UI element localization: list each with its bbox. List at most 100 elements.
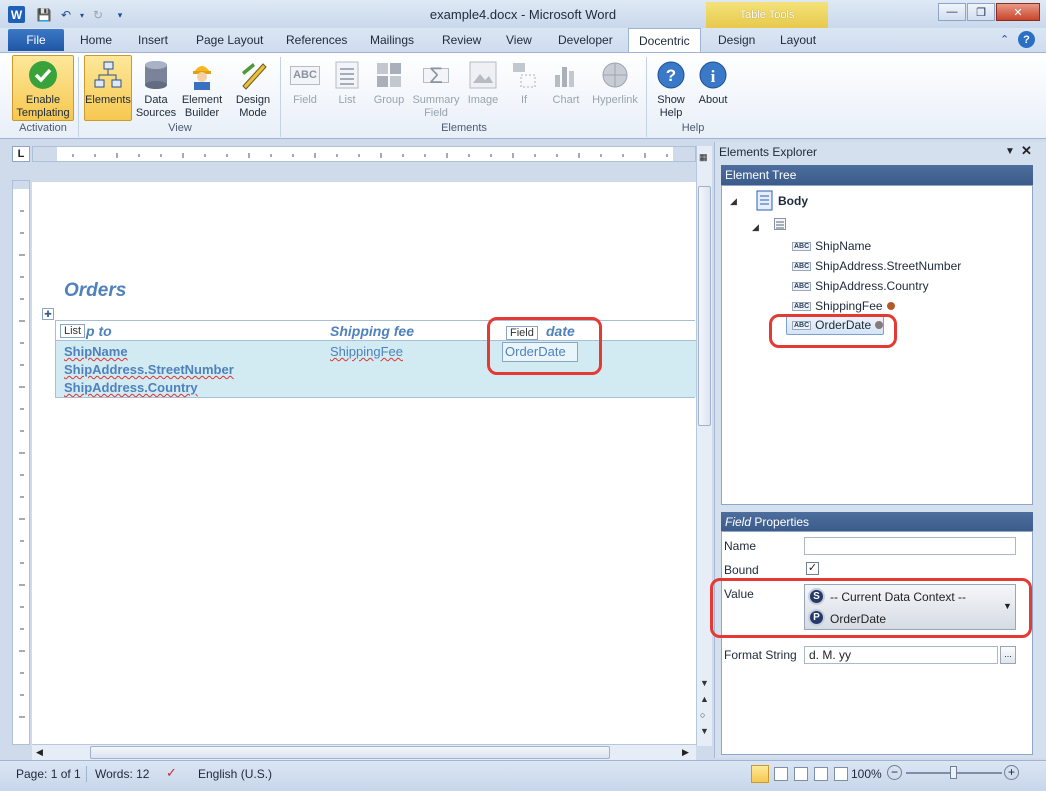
minimize-ribbon-icon[interactable]: ⌃ bbox=[1000, 33, 1009, 46]
zoom-in-icon[interactable]: + bbox=[1004, 765, 1019, 780]
language[interactable]: English (U.S.) bbox=[198, 767, 272, 781]
tree-node-shipname[interactable]: ABC ShipName bbox=[792, 239, 871, 253]
tab-developer[interactable]: Developer bbox=[548, 28, 623, 52]
zoom-level[interactable]: 100% bbox=[851, 767, 882, 781]
tree-node-label: ShippingFee bbox=[815, 299, 883, 313]
tab-review[interactable]: Review bbox=[432, 28, 491, 52]
document-icon bbox=[756, 190, 773, 211]
ribbon-tab-strip: File Home Insert Page Layout References … bbox=[0, 28, 1046, 53]
collapse-list-icon[interactable]: ◢ bbox=[752, 222, 759, 233]
hyperlink-button[interactable]: Hyperlink bbox=[588, 55, 642, 121]
list-tag[interactable]: List bbox=[60, 324, 86, 338]
shipname-field[interactable]: ShipName bbox=[64, 344, 128, 359]
next-page-icon[interactable]: ▼ bbox=[700, 726, 709, 736]
tree-node-ship-country[interactable]: ABC ShipAddress.Country bbox=[792, 279, 929, 293]
pane-options-icon[interactable]: ▼ bbox=[1005, 146, 1015, 157]
design-mode-label-2: Mode bbox=[239, 107, 267, 119]
chart-button[interactable]: Chart bbox=[546, 55, 586, 121]
table-move-handle-icon[interactable]: ✚ bbox=[42, 308, 54, 320]
column-shipping-fee[interactable]: Shipping fee bbox=[330, 323, 414, 339]
outline-view-icon[interactable] bbox=[814, 767, 828, 781]
database-icon bbox=[140, 59, 172, 91]
ship-country-field[interactable]: ShipAddress.Country bbox=[64, 380, 198, 395]
show-help-label-1: Show bbox=[657, 94, 685, 106]
elements-button[interactable]: Elements bbox=[84, 55, 132, 121]
collapse-body-icon[interactable]: ◢ bbox=[730, 196, 737, 207]
group-button[interactable]: Group bbox=[370, 55, 408, 121]
field-button[interactable]: ABC Field bbox=[286, 55, 324, 121]
proofing-icon[interactable]: ✓ bbox=[166, 765, 177, 781]
image-label: Image bbox=[467, 94, 499, 106]
question-icon: ? bbox=[655, 59, 687, 91]
column-ship-to[interactable]: p to bbox=[86, 323, 112, 339]
tab-home[interactable]: Home bbox=[70, 28, 122, 52]
ship-street-field[interactable]: ShipAddress.StreetNumber bbox=[64, 362, 234, 377]
data-sources-button[interactable]: Data Sources bbox=[136, 55, 176, 121]
zoom-out-icon[interactable]: − bbox=[887, 765, 902, 780]
tab-selector[interactable]: L bbox=[12, 146, 30, 162]
tree-node-shippingfee[interactable]: ABC ShippingFee bbox=[792, 299, 895, 313]
tree-node-body[interactable]: Body bbox=[756, 190, 808, 212]
props-header-rest: Properties bbox=[754, 515, 810, 529]
maximize-button[interactable]: ❐ bbox=[967, 3, 995, 21]
vertical-scroll-thumb[interactable] bbox=[698, 186, 711, 426]
tab-design[interactable]: Design bbox=[708, 28, 765, 52]
design-mode-button[interactable]: Design Mode bbox=[230, 55, 276, 121]
format-string-field[interactable]: d. M. yy bbox=[804, 646, 998, 664]
group-separator bbox=[280, 57, 281, 137]
tab-layout[interactable]: Layout bbox=[770, 28, 826, 52]
about-button[interactable]: i About bbox=[694, 55, 732, 121]
enable-templating-button[interactable]: Enable Templating bbox=[12, 55, 74, 121]
scroll-down-icon[interactable]: ▼ bbox=[700, 678, 709, 688]
word-count[interactable]: Words: 12 bbox=[95, 767, 149, 781]
element-builder-label-1: Element bbox=[181, 94, 223, 106]
list-node-icon[interactable] bbox=[774, 218, 786, 230]
document-page[interactable] bbox=[32, 166, 696, 746]
bound-checkbox[interactable]: ✓ bbox=[806, 562, 819, 575]
show-help-button[interactable]: ? Show Help bbox=[652, 55, 690, 121]
tab-page-layout[interactable]: Page Layout bbox=[186, 28, 273, 52]
draft-view-icon[interactable] bbox=[834, 767, 848, 781]
vertical-ruler[interactable] bbox=[12, 180, 30, 745]
tree-node-ship-street[interactable]: ABC ShipAddress.StreetNumber bbox=[792, 259, 961, 273]
ruler-toggle-icon[interactable]: ▦ bbox=[699, 152, 708, 163]
list-button[interactable]: List bbox=[330, 55, 364, 121]
horizontal-ruler[interactable] bbox=[32, 146, 696, 162]
tab-docentric[interactable]: Docentric bbox=[628, 28, 701, 53]
previous-page-icon[interactable]: ▲ bbox=[700, 694, 709, 704]
vertical-scrollbar[interactable]: ▦ ▼ ▲ ○ ▼ bbox=[696, 146, 712, 746]
group-view: View bbox=[168, 122, 192, 134]
summary-field-button[interactable]: Σ Summary Field bbox=[410, 55, 462, 121]
shippingfee-field[interactable]: ShippingFee bbox=[330, 344, 403, 359]
horizontal-scrollbar[interactable]: ◀ ▶ bbox=[32, 744, 696, 760]
zoom-slider-thumb[interactable] bbox=[950, 766, 957, 779]
group-label: Group bbox=[373, 94, 405, 106]
name-field[interactable] bbox=[804, 537, 1016, 555]
close-button[interactable]: ✕ bbox=[996, 3, 1040, 21]
browse-object-icon[interactable]: ○ bbox=[700, 710, 705, 720]
full-screen-view-icon[interactable] bbox=[774, 767, 788, 781]
format-browse-button[interactable]: ... bbox=[1000, 646, 1016, 664]
element-builder-button[interactable]: Element Builder bbox=[178, 55, 226, 121]
scroll-right-icon[interactable]: ▶ bbox=[682, 747, 689, 758]
help-icon[interactable]: ? bbox=[1018, 31, 1035, 48]
design-pencil-icon bbox=[237, 59, 269, 91]
tab-mailings[interactable]: Mailings bbox=[360, 28, 424, 52]
print-layout-view-icon[interactable] bbox=[751, 765, 769, 783]
tab-insert[interactable]: Insert bbox=[128, 28, 178, 52]
web-layout-view-icon[interactable] bbox=[794, 767, 808, 781]
tree-node-label: ShipAddress.StreetNumber bbox=[815, 259, 962, 273]
image-button[interactable]: Image bbox=[464, 55, 502, 121]
scroll-left-icon[interactable]: ◀ bbox=[36, 747, 43, 758]
document-heading[interactable]: Orders bbox=[64, 280, 126, 302]
tab-file[interactable]: File bbox=[8, 29, 64, 51]
page-count[interactable]: Page: 1 of 1 bbox=[16, 767, 81, 781]
pane-close-icon[interactable]: ✕ bbox=[1021, 143, 1032, 159]
if-button[interactable]: If bbox=[508, 55, 540, 121]
tab-view[interactable]: View bbox=[496, 28, 542, 52]
minimize-button[interactable]: — bbox=[938, 3, 966, 21]
tab-references[interactable]: References bbox=[276, 28, 357, 52]
horizontal-scroll-thumb[interactable] bbox=[90, 746, 610, 759]
highlight-orderdate-node bbox=[769, 314, 897, 348]
group-activation: Activation bbox=[19, 122, 67, 134]
